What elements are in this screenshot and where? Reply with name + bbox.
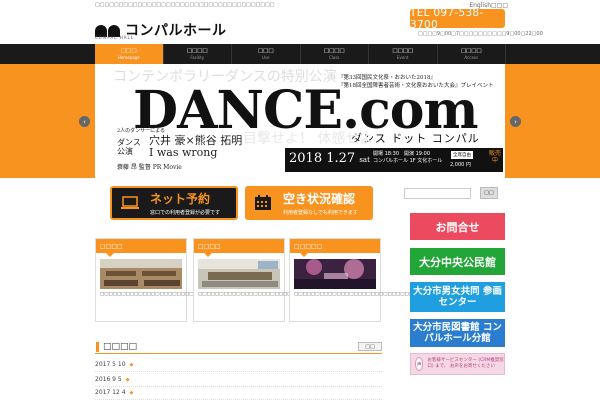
nav-sublabel: Use: [262, 55, 270, 60]
laptop-icon: [121, 196, 139, 209]
news-divider: [95, 353, 382, 354]
news-item[interactable]: 2016 9 5 ◆: [95, 373, 382, 387]
event-times-line: 開場 18:30 開演 19:00: [373, 151, 430, 157]
seat-badge: 全席自由: [451, 151, 473, 159]
nav-item-home[interactable]: □□□ Homepage: [95, 44, 164, 64]
card-text: □□□□□□□□□□□□□□□□□□□□□□□□□□□□□□□□□□□□: [198, 292, 352, 297]
search-button[interactable]: □□: [480, 187, 498, 199]
calendar-icon: [255, 195, 271, 210]
net-reservation-sub: 窓口での利用者登録が必要です: [150, 210, 221, 216]
hero-cast: 2人のダンサーによる ダンス 公演 穴井 豪×熊谷 拓明 I was wrong…: [117, 127, 242, 171]
card-text: □□□□□□□□□□□□□□□□□□□□□□□□□□□□□□□□□□□□: [294, 292, 448, 297]
nav-item-event[interactable]: □□□□ Event: [369, 44, 438, 64]
phone-number[interactable]: TEL 097-538-3700: [410, 7, 505, 31]
hero-slide[interactable]: コンテンポラリーダンスの特別公演 『第33回国民文化祭・おおいた2018』 『第…: [95, 64, 505, 178]
site-tagline: □□□□□□□□□□□□□□□□□□□□□□□□□□□□□□□□□□□□□□: [95, 2, 275, 8]
customer-service-banner[interactable]: 声 お客様サービスセンター (CRM推奨窓口) まで、 お声をお寄せください: [410, 353, 505, 375]
nav-sublabel: Access: [464, 55, 479, 60]
nav-label: □□□□: [186, 48, 208, 54]
nav-sublabel: Event: [397, 55, 409, 60]
library-branch-banner[interactable]: 大分市民図書館 コンパルホール分館: [410, 319, 505, 347]
global-nav: □□□ Homepage □□□□ Facility □□□ Use □□□□ …: [0, 44, 600, 64]
news-date: 2017 5 10: [95, 361, 126, 368]
news-date: 2017 12 4: [95, 389, 126, 396]
nav-label: □□□□: [323, 48, 345, 54]
net-reservation-button[interactable]: ネット予約 窓口での利用者登録が必要です: [110, 186, 238, 220]
news-bullet-icon: ◆: [125, 376, 130, 383]
news-more-button[interactable]: □□: [358, 342, 382, 351]
hero-info-bar: 2018 1.27 sat 開場 18:30 開演 19:00 コンパルホール …: [285, 148, 503, 172]
search-input[interactable]: [404, 188, 471, 199]
ticket-price: 2,000 円: [450, 162, 471, 168]
card-text: □□□□□□□□□□□□□□□□□□□□□□□□□□□□□□□□□□□□: [100, 292, 254, 297]
nav-item-use[interactable]: □□□ Use: [232, 44, 301, 64]
info-card[interactable]: □□□□□ □□□□□□□□□□□□□□□□□□□□□□□□□□□□□□□□□□…: [289, 238, 448, 322]
slider-next-arrow-icon[interactable]: ›: [510, 116, 521, 127]
availability-button[interactable]: 空き状況確認 利用者登録なしでも利用できます: [245, 186, 373, 220]
card-title: □□□□: [194, 239, 284, 257]
director-line: 蓑藤 昂 監督 PR Movie: [117, 164, 182, 171]
news-item[interactable]: 2017 5 10 ◆: [95, 358, 382, 372]
event-date-main: 2018 1.27: [289, 151, 356, 166]
availability-label: 空き状況確認: [283, 192, 356, 206]
info-card[interactable]: □□□□ □□□□□□□□□□□□□□□□□□□□□□□□□□□□□□□□□□□…: [193, 238, 352, 322]
nav-label: □□□□: [392, 48, 414, 54]
event-times: 開場 18:30 開演 19:00 コンパルホール 1F 文化ホール: [373, 151, 442, 165]
voice-icon: 声: [415, 357, 424, 371]
event-venue-line: コンパルホール 1F 文化ホール: [373, 158, 443, 164]
nav-item-access[interactable]: □□□□ Access: [438, 44, 506, 64]
nav-label: □□□: [257, 48, 274, 54]
card-title: □□□□: [96, 239, 186, 257]
nav-sublabel: Facility: [190, 55, 205, 60]
slider-prev-arrow-icon[interactable]: ‹: [79, 116, 90, 127]
nav-item-facility[interactable]: □□□□ Facility: [164, 44, 232, 64]
customer-service-text: お客様サービスセンター (CRM推奨窓口) まで、 お声をお寄せください: [427, 358, 504, 369]
news-bullet-icon: ◆: [129, 389, 134, 396]
card-image-meeting-room: [198, 259, 280, 289]
event-date: 2018 1.27 sat: [289, 151, 370, 166]
logo-subtitle: COMPAL HALL: [95, 35, 134, 40]
event-day: sat: [359, 156, 370, 164]
cast-title: I was wrong: [149, 146, 218, 159]
contact-banner[interactable]: お問合せ: [410, 213, 505, 240]
logo-text: コンパルホール: [125, 23, 227, 39]
news-title: □□□□: [96, 342, 137, 352]
card-image-concert: [294, 259, 376, 289]
sale-status: 販売中: [489, 150, 502, 164]
info-card[interactable]: □□□□ □□□□□□□□□□□□□□□□□□□□□□□□□□□□□□□□□□□…: [95, 238, 254, 322]
card-image-classroom: [100, 259, 182, 289]
nav-item-class[interactable]: □□□□ Class: [301, 44, 369, 64]
news-bullet-icon: ◆: [129, 361, 134, 368]
nav-sublabel: Homepage: [117, 55, 140, 60]
news-date: 2016 9 5: [95, 376, 122, 383]
availability-sub: 利用者登録なしでも利用できます: [283, 210, 358, 216]
oita-community-center-banner[interactable]: 大分中央公民館: [410, 248, 505, 275]
nav-sublabel: Class: [328, 55, 340, 60]
card-title: □□□□□: [290, 239, 380, 257]
cast-kind: ダンス 公演: [117, 138, 141, 156]
nav-label: □□□: [120, 48, 137, 54]
news-item[interactable]: 2017 12 4 ◆: [95, 386, 382, 400]
hero-ghost-text-2: 目撃せよ！ 体感せよ: [243, 131, 374, 147]
opening-hours: □□□□9□00□7□□□□□□□□□□9□00□22□00: [418, 31, 543, 37]
cast-intro: 2人のダンサーによる: [117, 128, 166, 134]
gender-equality-center-banner[interactable]: 大分市男女共同 参画センター: [410, 282, 505, 312]
nav-label: □□□□: [460, 48, 482, 54]
net-reservation-label: ネット予約: [150, 192, 211, 206]
